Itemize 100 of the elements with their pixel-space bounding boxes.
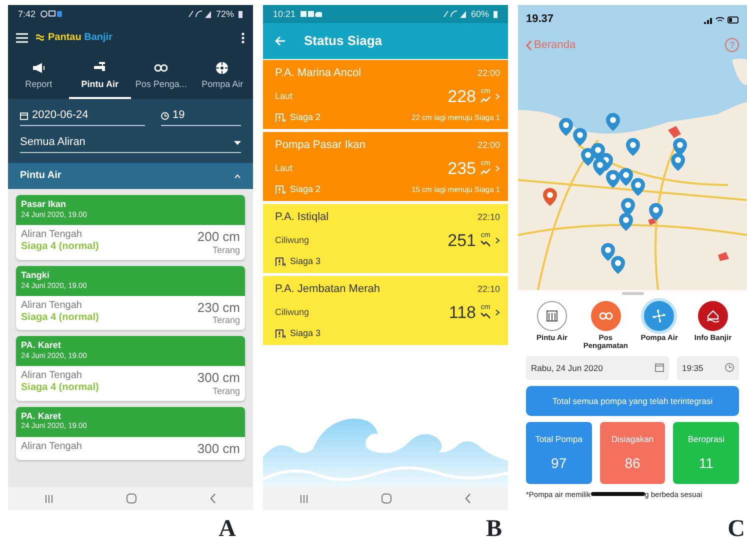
battery-icon	[238, 10, 243, 18]
water-level: 230 cm	[197, 300, 240, 316]
screen-title: Status Siaga	[304, 33, 382, 49]
river-name: Laut	[275, 90, 293, 102]
signal-icons	[188, 10, 212, 18]
reading-time: 22:00	[477, 140, 500, 151]
river-name: Ciliwung	[275, 234, 310, 246]
notification-icons	[40, 10, 62, 18]
section-title: Pintu Air	[20, 170, 62, 182]
tab[interactable]: Pos Penga...	[130, 53, 192, 99]
station-name: PA. Karet	[21, 340, 62, 351]
info-banner: Total semua pompa yang telah terintegrasi	[526, 386, 739, 416]
water-level: 300 cm	[197, 370, 240, 386]
home-icon[interactable]	[126, 493, 137, 504]
stat-value: 11	[698, 455, 714, 472]
battery-icon	[493, 10, 498, 18]
reading-time: 22:10	[477, 284, 500, 295]
alert-icon	[275, 112, 286, 123]
weather: Terang	[211, 244, 240, 256]
date-field[interactable]: 2020-06-24	[20, 107, 145, 126]
recent-apps-icon[interactable]	[299, 494, 309, 504]
gate-icon	[545, 309, 559, 323]
chevron-right-icon[interactable]	[495, 308, 500, 316]
status-time: 19.37	[526, 13, 554, 26]
alert-status: Siaga 4 (normal)	[21, 241, 99, 254]
alert-icon	[275, 184, 286, 195]
status-icons	[703, 16, 739, 24]
water-level: 228	[448, 88, 476, 105]
alert-status: Siaga 4 (normal)	[21, 312, 99, 324]
river-name: Aliran Tengah	[21, 229, 83, 242]
status-time: 7:42	[18, 8, 36, 20]
stat-value: 97	[551, 455, 567, 472]
back-icon[interactable]	[209, 493, 217, 504]
station-name: Tangki	[21, 270, 50, 281]
alert-level: Siaga 3	[290, 328, 321, 339]
alert-level: Siaga 2	[290, 184, 321, 195]
tab[interactable]: Report	[8, 53, 70, 99]
megaphone-icon	[32, 60, 46, 75]
recent-apps-icon[interactable]	[44, 494, 54, 504]
water-level: 251	[448, 232, 476, 249]
notification-icons	[300, 10, 322, 18]
stat-label: Disiagakan	[611, 434, 654, 444]
fan-icon	[652, 309, 666, 323]
station-name: Pompa Pasar Ikan	[275, 139, 366, 152]
station-name: P.A. Istiqlal	[275, 211, 329, 224]
reading-time: 22:10	[477, 212, 500, 223]
alert-level: Siaga 3	[290, 256, 321, 267]
river-name: Aliran Tengah	[21, 440, 82, 453]
signal-icons	[442, 10, 467, 18]
figure-label: C	[728, 517, 745, 542]
alert-icon	[275, 256, 286, 267]
chevron-right-icon[interactable]	[495, 236, 500, 244]
menu-icon[interactable]	[16, 33, 28, 43]
back-icon[interactable]	[464, 493, 472, 504]
figure-label: A	[218, 517, 236, 542]
calendar-icon	[655, 363, 664, 372]
redaction-bar	[590, 492, 645, 496]
flooded-house-icon	[706, 309, 720, 323]
date-field[interactable]: Rabu, 24 Jun 2020	[526, 356, 669, 380]
more-icon[interactable]	[241, 32, 245, 44]
alert-level: Siaga 2	[290, 112, 321, 123]
clock-icon	[725, 363, 734, 372]
weather: Terang	[211, 386, 240, 397]
water-level: 200 cm	[197, 229, 240, 245]
weather: Terang	[211, 315, 240, 326]
alert-icon	[275, 328, 286, 339]
alert-status: Siaga 4 (normal)	[21, 382, 99, 394]
station-name: P.A. Jembatan Merah	[275, 283, 380, 296]
fan-icon	[215, 60, 230, 75]
status-time: 10:21	[273, 8, 296, 20]
battery-level: 72%	[216, 8, 234, 20]
battery-level: 60%	[470, 8, 489, 20]
back-chevron-icon	[526, 40, 532, 51]
stat-label: Total Pompa	[535, 434, 582, 444]
clock-icon	[160, 112, 169, 120]
hour-field[interactable]: 19	[160, 107, 241, 126]
water-level: 300 cm	[197, 440, 240, 456]
stat-value: 86	[624, 455, 640, 472]
calendar-icon	[20, 112, 28, 120]
caret-icon	[234, 140, 241, 145]
station-name: P.A. Marina Ancol	[275, 67, 362, 80]
back-arrow-icon[interactable]	[275, 36, 286, 46]
water-level: 235	[448, 160, 476, 177]
home-icon[interactable]	[381, 493, 392, 504]
drag-handle[interactable]	[622, 292, 644, 295]
station-name: PA. Karet	[21, 410, 62, 422]
time-field[interactable]: 19:35	[677, 356, 739, 380]
river-name: Laut	[275, 162, 293, 174]
figure-label: B	[486, 517, 502, 542]
tab[interactable]: Pompa Air	[192, 53, 253, 99]
logo-icon	[36, 34, 44, 42]
station-name: Pasar Ikan	[21, 199, 68, 210]
river-name: Aliran Tengah	[21, 300, 83, 312]
app-brand: Pantau Banjir	[48, 32, 112, 44]
water-level: 118	[448, 304, 476, 321]
river-dropdown[interactable]: Semua Aliran	[20, 134, 241, 154]
river-name: Ciliwung	[275, 306, 310, 318]
chevron-icon[interactable]	[234, 174, 241, 179]
reading-time: 22:00	[477, 68, 500, 79]
stat-label: Beroprasi	[688, 434, 724, 444]
